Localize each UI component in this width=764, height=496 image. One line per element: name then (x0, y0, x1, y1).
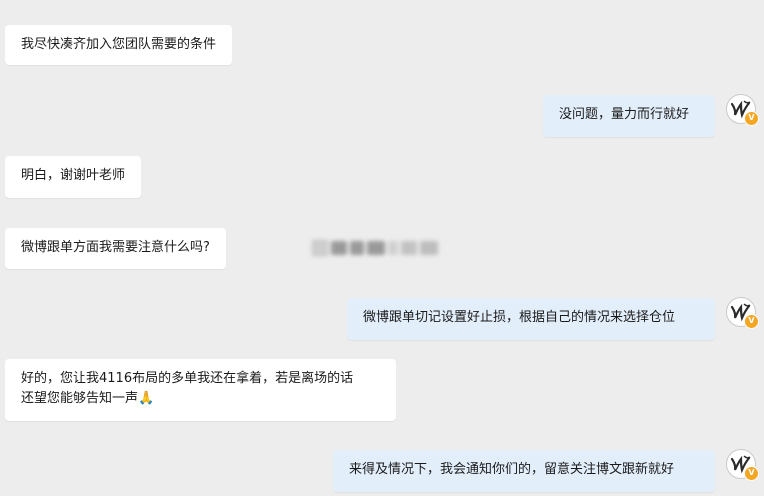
folded-hands-emoji-icon: 🙏 (138, 391, 155, 406)
message-text: 来得及情况下，我会通知你们的，留意关注博文跟新就好 (349, 462, 675, 477)
avatar[interactable]: V (726, 449, 759, 481)
message-bubble-left[interactable]: 明白，谢谢叶老师 (5, 156, 142, 198)
message-bubble-right[interactable]: 没问题，量力而行就好 (543, 95, 715, 137)
message-text-line: 还望您能够告知一声🙏 (21, 389, 380, 409)
message-text-line: 好的，您让我4116布局的多单我还在拿着，若是离场的话 (21, 371, 354, 386)
chat-area: 我尽快凑齐加入您团队需要的条件 没问题，量力而行就好 V 明白，谢谢叶老师 微博… (0, 0, 764, 496)
message-text: 微博跟单切记设置好止损，根据自己的情况来选择仓位 (363, 310, 676, 325)
message-text: 还望您能够告知一声 (21, 391, 139, 406)
message-bubble-right[interactable]: 微博跟单切记设置好止损，根据自己的情况来选择仓位 (347, 298, 715, 340)
blurred-watermark (312, 238, 452, 258)
message-text: 明白，谢谢叶老师 (21, 168, 126, 183)
message-bubble-left[interactable]: 微博跟单方面我需要注意什么吗? (5, 228, 226, 269)
message-bubble-left[interactable]: 我尽快凑齐加入您团队需要的条件 (5, 25, 233, 65)
message-bubble-right[interactable]: 来得及情况下，我会通知你们的，留意关注博文跟新就好 (333, 450, 715, 492)
verified-badge-icon: V (744, 111, 759, 126)
avatar[interactable]: V (726, 297, 759, 329)
avatar[interactable]: V (726, 94, 759, 126)
message-text: 没问题，量力而行就好 (559, 107, 690, 122)
message-bubble-left[interactable]: 好的，您让我4116布局的多单我还在拿着，若是离场的话 还望您能够告知一声🙏 (5, 359, 396, 421)
verified-badge-icon: V (744, 314, 759, 329)
message-text: 我尽快凑齐加入您团队需要的条件 (21, 37, 217, 52)
verified-badge-icon: V (744, 466, 759, 481)
message-text: 微博跟单方面我需要注意什么吗? (21, 240, 210, 255)
